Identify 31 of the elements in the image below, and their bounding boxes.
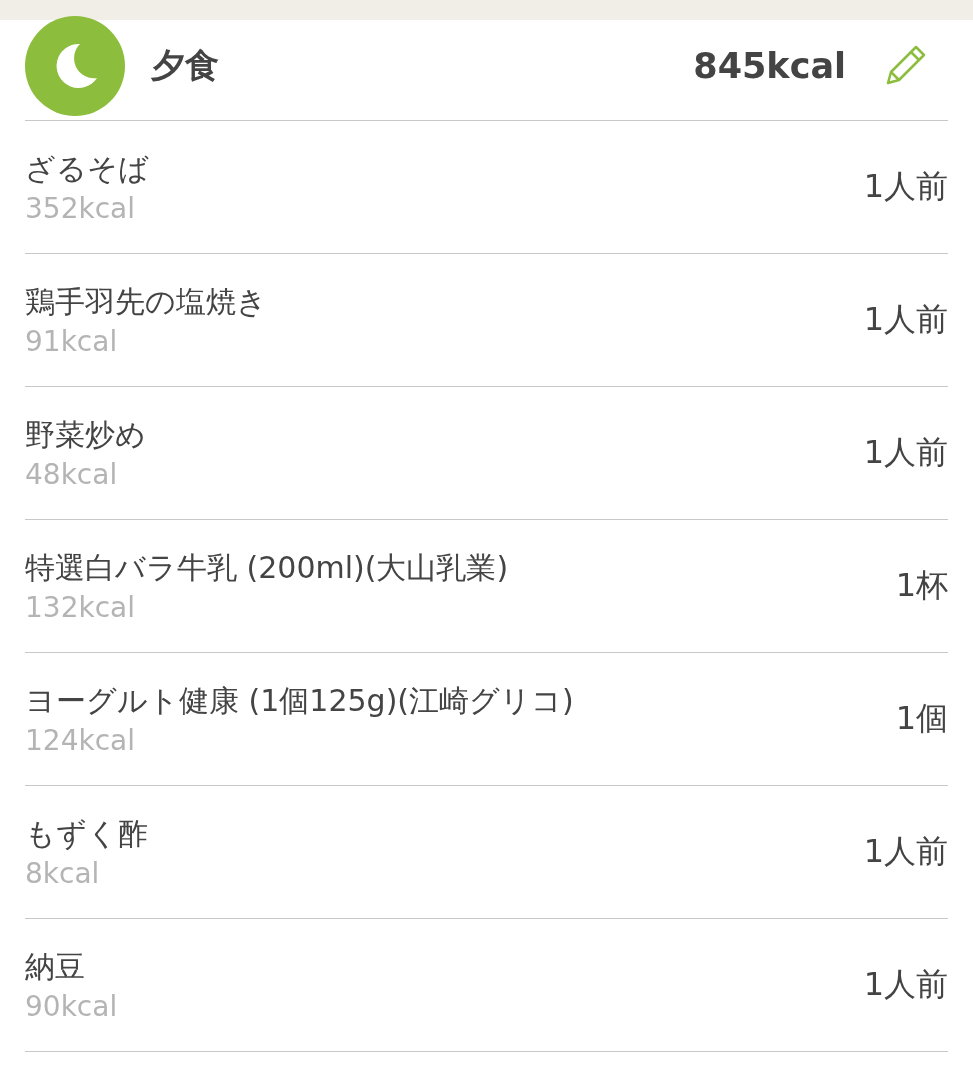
food-name: 特選白バラ牛乳 (200ml)(大山乳業) [25,549,510,587]
food-calories: 8kcal [25,857,101,890]
food-calories: 90kcal [25,990,119,1023]
food-row[interactable]: ざるそば 352kcal 1人前 [25,121,948,254]
food-name: ヨーグルト健康 (1個125g)(江崎グリコ) [25,682,575,720]
portion-label: 1人前 [863,432,948,473]
food-name: 納豆 [25,948,86,986]
food-row[interactable]: もずく酢 8kcal 1人前 [25,786,948,919]
food-row[interactable]: ヨーグルト健康 (1個125g)(江崎グリコ) 124kcal 1個 [25,653,948,786]
food-name: 鶏手羽先の塩焼き [25,283,268,321]
food-calories: 124kcal [25,724,136,757]
food-row[interactable]: 納豆 90kcal 1人前 [25,919,948,1052]
meal-title: 夕食 [151,44,220,87]
portion-label: 1人前 [863,831,948,872]
food-calories: 91kcal [25,325,119,358]
food-row[interactable]: 特選白バラ牛乳 (200ml)(大山乳業) 132kcal 1杯 [25,520,948,653]
food-row[interactable]: 鶏手羽先の塩焼き 91kcal 1人前 [25,254,948,387]
moon-icon [25,16,125,116]
food-name: 野菜炒め [25,416,147,454]
food-calories: 132kcal [25,591,136,624]
portion-label: 1個 [895,698,948,739]
portion-label: 1人前 [863,166,948,207]
food-row[interactable]: 野菜炒め 48kcal 1人前 [25,387,948,520]
portion-label: 1人前 [863,964,948,1005]
portion-label: 1杯 [895,565,948,606]
portion-label: 1人前 [863,299,948,340]
meal-total-calories: 845kcal [693,46,846,86]
food-calories: 48kcal [25,458,119,491]
food-calories: 352kcal [25,192,136,225]
food-name: ざるそば [25,150,150,188]
food-name: もずく酢 [25,815,149,853]
